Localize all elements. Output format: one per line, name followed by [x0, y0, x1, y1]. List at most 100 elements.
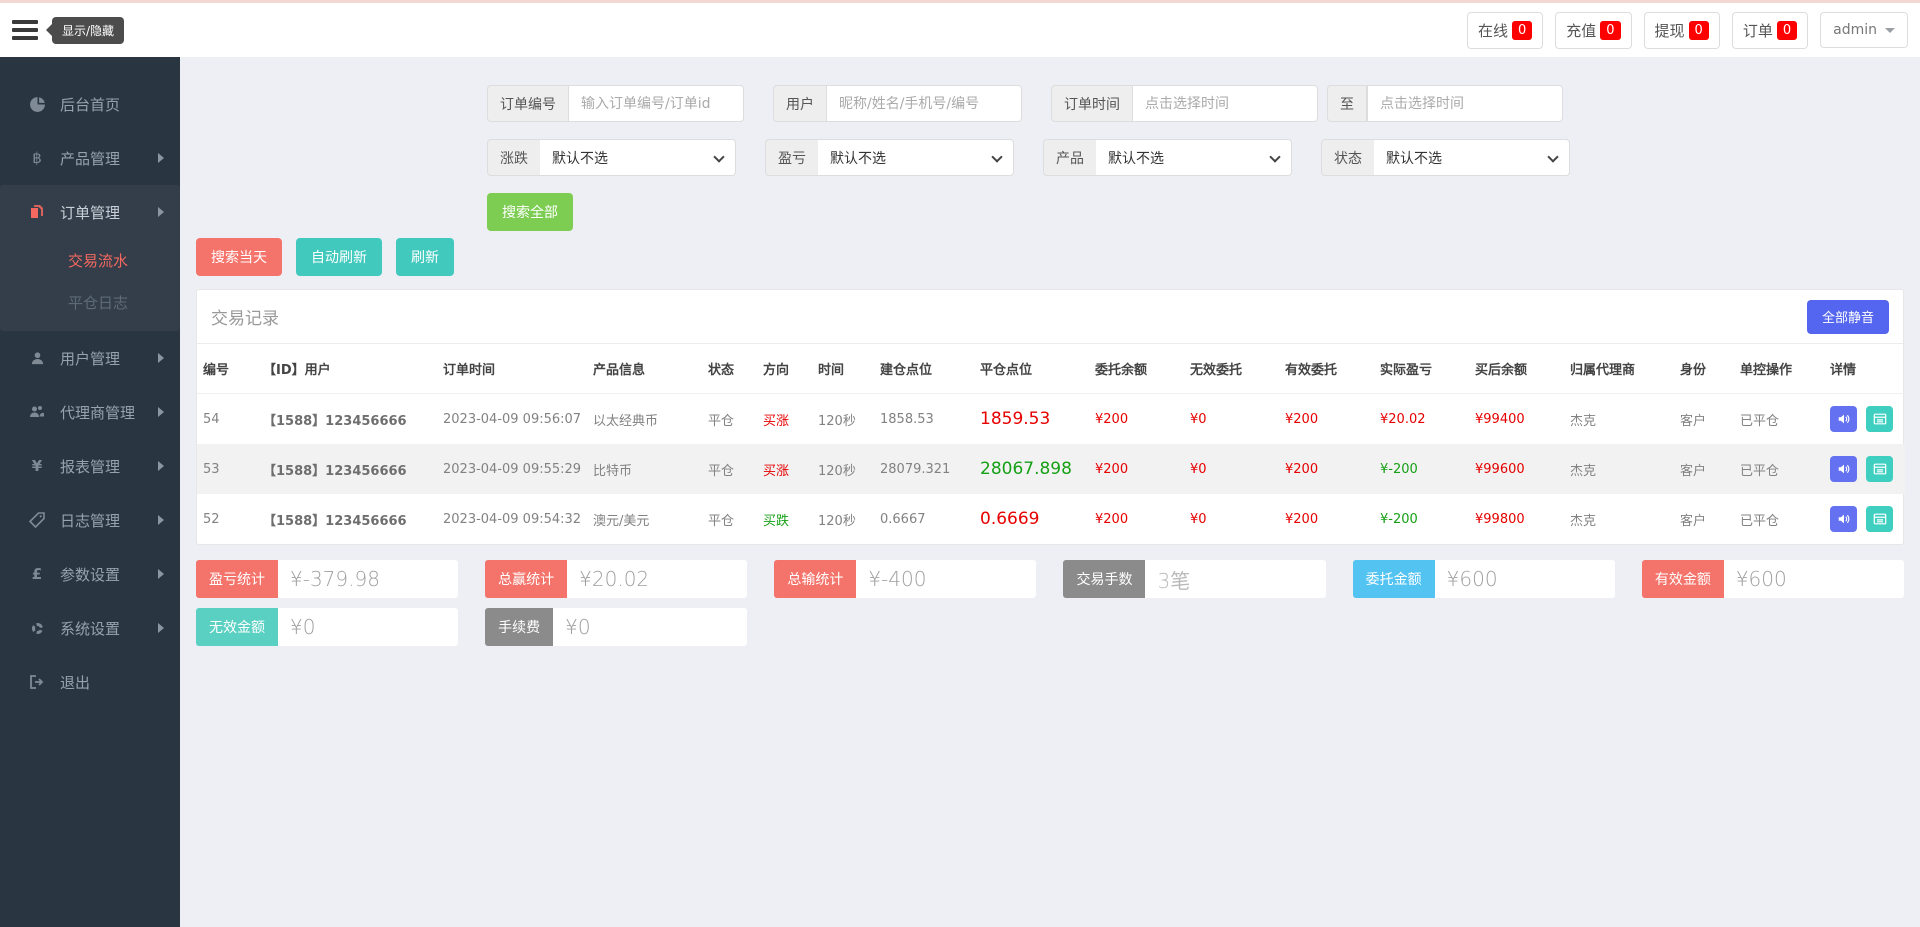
- sidebar-item-params[interactable]: £ 参数设置: [0, 547, 180, 601]
- stat-value: ¥600: [1724, 560, 1904, 598]
- orders-copy-icon: [28, 204, 46, 220]
- trade-records-table: 编号 【ID】用户 订单时间 产品信息 状态 方向 时间 建仓点位 平仓点位 委…: [197, 344, 1905, 544]
- admin-username: admin: [1833, 22, 1877, 38]
- product-select[interactable]: 默认不选: [1096, 139, 1292, 176]
- cell-open-price: 28079.321: [874, 444, 974, 494]
- cell-status: 平仓: [702, 444, 757, 494]
- cell-actual-pl: ¥-200: [1374, 494, 1469, 544]
- stats-row-2: 无效金额 ¥0 手续费 ¥0: [196, 608, 1904, 646]
- header-entrust-balance: 委托余额: [1089, 344, 1184, 394]
- detail-button[interactable]: [1866, 456, 1893, 482]
- stat-total-win: 总赢统计 ¥20.02: [485, 560, 747, 598]
- user-search-input[interactable]: [826, 85, 1022, 122]
- status-select[interactable]: 默认不选: [1374, 139, 1570, 176]
- profit-loss-group: 盈亏 默认不选: [765, 139, 1014, 176]
- cell-agent: 杰克: [1564, 444, 1674, 494]
- stat-value: ¥600: [1435, 560, 1615, 598]
- recharge-counter[interactable]: 充值 0: [1555, 12, 1631, 49]
- header-direction: 方向: [757, 344, 812, 394]
- withdraw-counter[interactable]: 提现 0: [1644, 12, 1720, 49]
- chevron-right-icon: [158, 623, 164, 633]
- chevron-right-icon: [158, 515, 164, 525]
- stat-trade-count: 交易手数 3笔: [1063, 560, 1325, 598]
- sound-button[interactable]: [1830, 506, 1857, 532]
- sidebar-item-label: 参数设置: [60, 564, 120, 585]
- yen-icon: ¥: [28, 457, 46, 475]
- sidebar-item-label: 用户管理: [60, 348, 120, 369]
- cell-user: 【1588】123456666: [257, 494, 437, 544]
- end-time-input[interactable]: [1367, 85, 1563, 122]
- stat-label: 无效金额: [196, 608, 278, 646]
- chevron-right-icon: [158, 207, 164, 217]
- order-no-input[interactable]: [568, 85, 744, 122]
- search-all-button[interactable]: 搜索全部: [487, 193, 573, 231]
- header-agent: 归属代理商: [1564, 344, 1674, 394]
- updown-label: 涨跌: [487, 139, 540, 176]
- sidebar-item-agents[interactable]: 代理商管理: [0, 385, 180, 439]
- toggle-tooltip: 显示/隐藏: [52, 17, 124, 44]
- sidebar-item-users[interactable]: 用户管理: [0, 331, 180, 385]
- cell-order-time: 2023-04-09 09:54:32: [437, 494, 587, 544]
- stat-value: 3笔: [1145, 560, 1325, 598]
- stat-entrust-amount: 委托金额 ¥600: [1353, 560, 1615, 598]
- order-time-label: 订单时间: [1051, 85, 1132, 122]
- sidebar-item-label: 系统设置: [60, 618, 120, 639]
- sidebar-subitem-close-log[interactable]: 平仓日志: [0, 281, 180, 323]
- cell-id: 53: [197, 444, 257, 494]
- sidebar-item-reports[interactable]: ¥ 报表管理: [0, 439, 180, 493]
- sidebar-toggle-icon[interactable]: [12, 20, 38, 40]
- chevron-right-icon: [158, 569, 164, 579]
- detail-button[interactable]: [1866, 506, 1893, 532]
- cell-id: 52: [197, 494, 257, 544]
- action-buttons: 搜索当天 自动刷新 刷新: [196, 238, 1904, 276]
- recharge-label: 充值: [1566, 20, 1596, 41]
- list-icon: [1873, 462, 1887, 476]
- header-id: 编号: [197, 344, 257, 394]
- cell-control: 已平仓: [1734, 494, 1824, 544]
- sound-button[interactable]: [1830, 456, 1857, 482]
- chevron-down-icon: [1547, 151, 1558, 162]
- cell-valid-entrust: ¥200: [1279, 494, 1374, 544]
- order-label: 订单: [1743, 20, 1773, 41]
- stat-profit-loss: 盈亏统计 ¥-379.98: [196, 560, 458, 598]
- updown-select[interactable]: 默认不选: [540, 139, 736, 176]
- user-icon: [28, 351, 46, 366]
- sidebar-item-dashboard[interactable]: 后台首页: [0, 77, 180, 131]
- sidebar: 后台首页 ฿ 产品管理 订单管理 交易流水 平仓日志: [0, 57, 180, 927]
- stat-label: 交易手数: [1063, 560, 1145, 598]
- detail-button[interactable]: [1866, 406, 1893, 432]
- stat-total-lose: 总输统计 ¥-400: [774, 560, 1036, 598]
- withdraw-label: 提现: [1655, 20, 1685, 41]
- stat-valid-amount: 有效金额 ¥600: [1642, 560, 1904, 598]
- refresh-button[interactable]: 刷新: [396, 238, 454, 276]
- cell-user: 【1588】123456666: [257, 444, 437, 494]
- auto-refresh-button[interactable]: 自动刷新: [296, 238, 382, 276]
- cell-direction: 买涨: [757, 394, 812, 445]
- cell-id: 54: [197, 394, 257, 445]
- profit-loss-select[interactable]: 默认不选: [818, 139, 1014, 176]
- sound-button[interactable]: [1830, 406, 1857, 432]
- profit-loss-select-value: 默认不选: [830, 148, 886, 168]
- sidebar-item-orders[interactable]: 订单管理: [0, 185, 180, 239]
- sidebar-item-products[interactable]: ฿ 产品管理: [0, 131, 180, 185]
- header-identity: 身份: [1674, 344, 1734, 394]
- online-counter[interactable]: 在线 0: [1467, 12, 1543, 49]
- cell-close-price: 28067.898: [974, 444, 1089, 494]
- stat-value: ¥0: [278, 608, 458, 646]
- mute-all-button[interactable]: 全部静音: [1807, 300, 1889, 334]
- sidebar-subitem-trade-flow[interactable]: 交易流水: [0, 239, 180, 281]
- list-icon: [1873, 412, 1887, 426]
- order-counter[interactable]: 订单 0: [1732, 12, 1808, 49]
- user-group-icon: [28, 404, 46, 420]
- start-time-input[interactable]: [1132, 85, 1318, 122]
- sidebar-item-logout[interactable]: 退出: [0, 655, 180, 709]
- topbar: 显示/隐藏 在线 0 充值 0 提现 0 订单 0 admin: [0, 3, 1920, 57]
- search-today-button[interactable]: 搜索当天: [196, 238, 282, 276]
- header-after-balance: 买后余额: [1469, 344, 1564, 394]
- sidebar-item-system[interactable]: 系统设置: [0, 601, 180, 655]
- cell-order-time: 2023-04-09 09:56:07: [437, 394, 587, 445]
- sidebar-item-label: 报表管理: [60, 456, 120, 477]
- cell-duration: 120秒: [812, 394, 874, 445]
- admin-menu[interactable]: admin: [1820, 12, 1908, 48]
- sidebar-item-logs[interactable]: 日志管理: [0, 493, 180, 547]
